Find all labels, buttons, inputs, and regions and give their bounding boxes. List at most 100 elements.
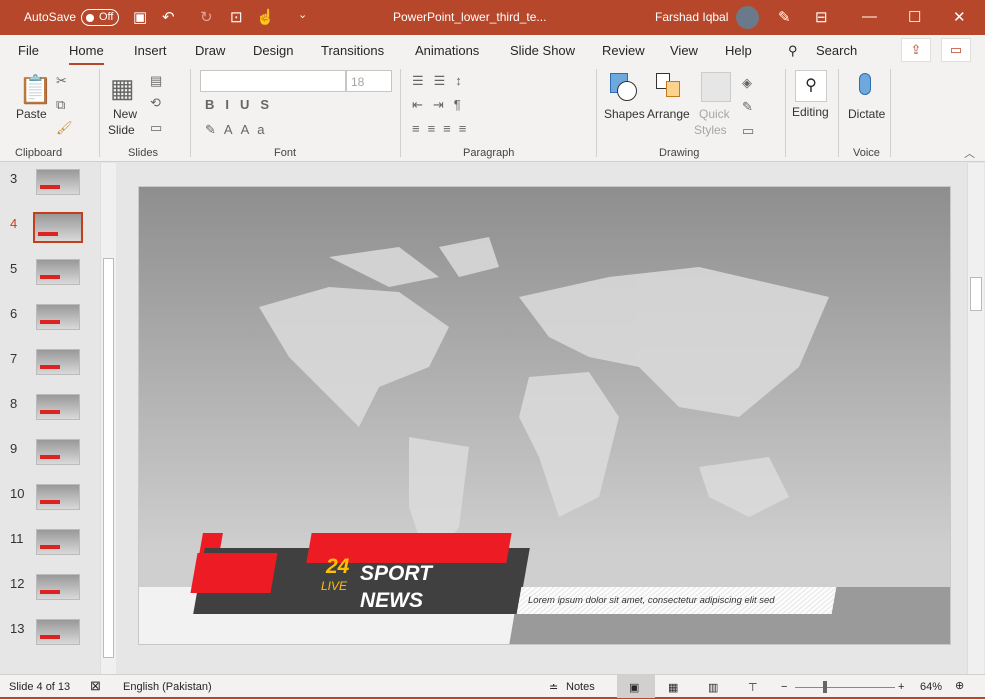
maximize-icon[interactable]: ☐: [908, 8, 921, 26]
minimize-icon[interactable]: —: [862, 8, 877, 25]
notes-icon[interactable]: ≐: [549, 681, 558, 694]
comments-button[interactable]: ▭: [941, 38, 971, 62]
redo-icon[interactable]: ↻: [200, 8, 213, 26]
thumbnail-banner: [40, 500, 60, 504]
thumbnail-banner: [40, 545, 60, 549]
title-bar: AutoSave Off ▣ ↶ ↻ ⊡ ☝ ⌄ PowerPoint_lowe…: [0, 0, 985, 35]
layout-icon[interactable]: ▤: [150, 73, 162, 89]
slide-thumbnail[interactable]: [36, 439, 80, 465]
tab-file[interactable]: File: [18, 43, 39, 58]
group-voice: Voice: [853, 147, 880, 159]
zoom-slider[interactable]: [795, 687, 895, 688]
tab-help[interactable]: Help: [725, 43, 752, 58]
thumbnail-scrollbar[interactable]: [100, 163, 116, 674]
reset-icon[interactable]: ⟲: [150, 95, 161, 111]
slide-canvas[interactable]: 24 LIVE SPORT NEWS Lorem ipsum dolor sit…: [138, 186, 951, 645]
present-icon[interactable]: ⊡: [230, 8, 243, 26]
group-clipboard: Clipboard: [15, 147, 63, 159]
paste-button[interactable]: Paste: [16, 107, 47, 121]
paste-icon[interactable]: 📋: [18, 73, 53, 106]
zoom-out-button[interactable]: −: [781, 681, 787, 693]
tab-transitions[interactable]: Transitions: [321, 43, 384, 58]
pen-icon[interactable]: ✎: [778, 8, 791, 26]
new-slide-label[interactable]: Slide: [108, 123, 135, 137]
zoom-in-button[interactable]: +: [898, 681, 904, 693]
slide-thumbnail[interactable]: [36, 349, 80, 375]
microphone-icon[interactable]: [859, 73, 871, 95]
slide-thumbnail[interactable]: [36, 574, 80, 600]
customize-qat-icon[interactable]: ⌄: [298, 8, 307, 21]
slide-thumbnail[interactable]: [36, 169, 80, 195]
slide-thumbnail[interactable]: [36, 619, 80, 645]
status-bar: Slide 4 of 13 ⊠ English (Pakistan) ≐ Not…: [0, 674, 985, 699]
slideshow-icon[interactable]: ⊤: [748, 681, 758, 694]
tab-home[interactable]: Home: [69, 43, 104, 66]
group-font: Font: [274, 147, 297, 159]
thumbnail-banner: [40, 320, 60, 324]
tab-view[interactable]: View: [670, 43, 698, 58]
shapes-button[interactable]: Shapes: [604, 107, 645, 121]
new-slide-icon[interactable]: ▦: [110, 73, 135, 104]
document-title: PowerPoint_lower_third_te...: [393, 10, 547, 24]
slide-scroll-thumb[interactable]: [970, 277, 982, 311]
quick-styles-icon[interactable]: [701, 72, 731, 102]
font-size-input[interactable]: 18: [346, 70, 392, 92]
tab-draw[interactable]: Draw: [195, 43, 225, 58]
tab-review[interactable]: Review: [602, 43, 645, 58]
editing-button[interactable]: Editing: [792, 105, 829, 119]
collapse-ribbon-icon[interactable]: ︿: [964, 145, 975, 161]
slide-thumbnail[interactable]: [36, 484, 80, 510]
slide-thumbnail[interactable]: [36, 394, 80, 420]
tab-design[interactable]: Design: [253, 43, 293, 58]
new-slide-button[interactable]: New: [113, 107, 137, 121]
slide-scrollbar[interactable]: [967, 163, 984, 674]
close-icon[interactable]: ✕: [953, 8, 966, 26]
shape-format-icons[interactable]: ◈ ✎ ▭: [742, 71, 762, 143]
thumbnail-banner: [40, 455, 60, 459]
language-indicator[interactable]: English (Pakistan): [123, 681, 212, 693]
reading-view-icon[interactable]: ▥: [708, 681, 718, 694]
slide-thumbnail[interactable]: [36, 529, 80, 555]
search-icon[interactable]: ⚲: [788, 43, 798, 59]
tab-insert[interactable]: Insert: [134, 43, 167, 58]
slide-thumbnail[interactable]: [36, 259, 80, 285]
user-name: Farshad Iqbal: [655, 10, 729, 24]
editing-icon[interactable]: ⚲: [795, 70, 827, 102]
search-box[interactable]: Search: [816, 43, 857, 58]
accessibility-icon[interactable]: ⊠: [90, 678, 101, 694]
notes-button[interactable]: Notes: [566, 681, 595, 693]
copy-icon[interactable]: ⧉: [56, 97, 65, 113]
cut-icon[interactable]: ✂: [56, 73, 67, 89]
list-buttons[interactable]: ☰☰↕: [412, 73, 472, 89]
fit-slide-icon[interactable]: ⊕: [955, 679, 964, 692]
zoom-level[interactable]: 64%: [920, 681, 942, 693]
avatar[interactable]: [736, 6, 759, 29]
font-format-buttons[interactable]: BIUS: [205, 97, 280, 112]
touch-mode-icon[interactable]: ☝: [256, 8, 275, 26]
font-name-input[interactable]: [200, 70, 346, 92]
indent-buttons[interactable]: ⇤⇥¶: [412, 97, 471, 113]
arrange-button[interactable]: Arrange: [647, 107, 690, 121]
tab-slide-show[interactable]: Slide Show: [510, 43, 575, 58]
font-color-buttons[interactable]: ✎AAa: [205, 122, 272, 138]
share-button[interactable]: ⇪: [901, 38, 931, 62]
save-icon[interactable]: ▣: [133, 8, 147, 26]
format-painter-icon[interactable]: 🖌: [56, 120, 73, 136]
section-icon[interactable]: ▭: [150, 120, 162, 136]
thumbnail-banner: [38, 232, 58, 236]
autosave-toggle[interactable]: Off: [81, 9, 119, 26]
ribbon-display-icon[interactable]: ⊟: [815, 8, 828, 26]
undo-icon[interactable]: ↶: [162, 8, 175, 26]
headline-line2: NEWS: [360, 589, 423, 612]
slide-thumbnail[interactable]: [33, 212, 83, 243]
dictate-button[interactable]: Dictate: [848, 107, 885, 121]
live-label: LIVE: [321, 579, 348, 593]
quick-styles-button[interactable]: Quick: [699, 107, 730, 121]
align-buttons[interactable]: ≡≡≡≡: [412, 121, 474, 136]
tab-animations[interactable]: Animations: [415, 43, 479, 58]
thumbnail-number: 9: [10, 441, 18, 456]
thumbnail-scroll-thumb[interactable]: [103, 258, 114, 658]
slide-sorter-icon[interactable]: ▦: [668, 681, 678, 694]
slide-thumbnail[interactable]: [36, 304, 80, 330]
zoom-slider-thumb[interactable]: [823, 681, 827, 693]
